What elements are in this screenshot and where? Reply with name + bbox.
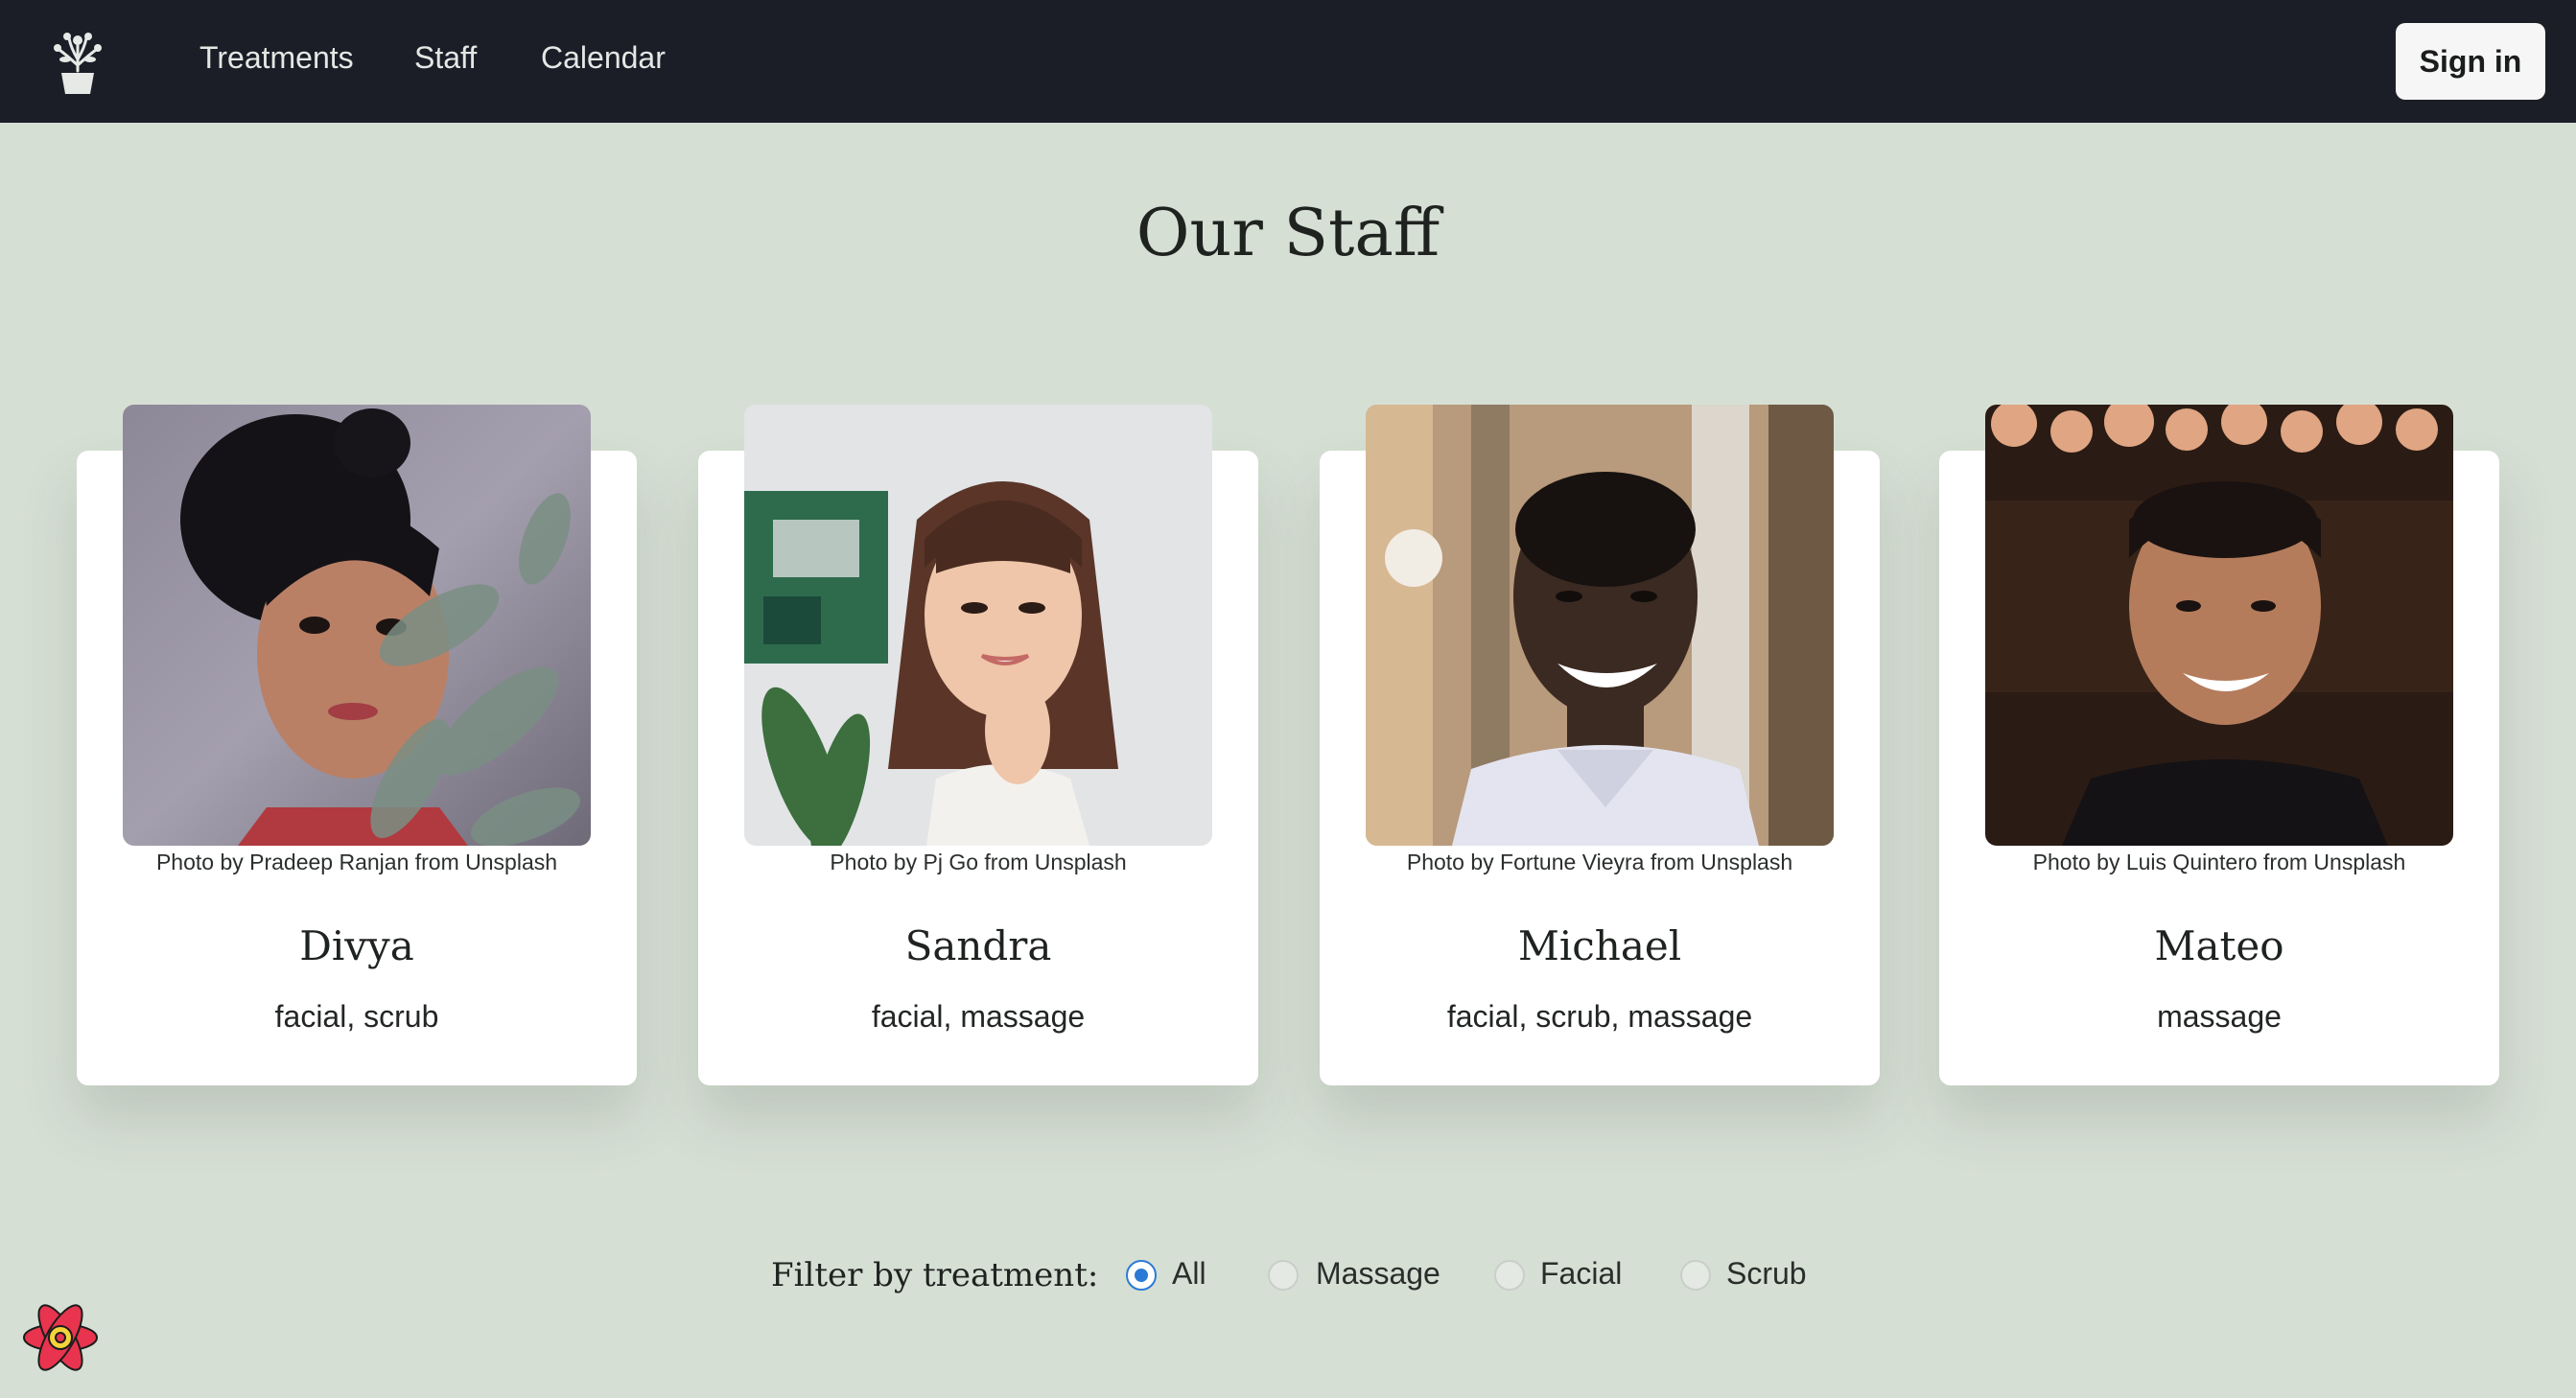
- radio-label-scrub[interactable]: Scrub: [1726, 1256, 1807, 1292]
- staff-treatments: facial, scrub, massage: [1446, 999, 1753, 1034]
- photo-credit: Photo by Pradeep Ranjan from Unsplash: [155, 850, 558, 874]
- staff-name: Divya: [299, 922, 414, 969]
- radio-facial[interactable]: [1494, 1260, 1525, 1291]
- radio-label-massage[interactable]: Massage: [1316, 1256, 1440, 1292]
- radio-massage[interactable]: [1268, 1260, 1299, 1291]
- staff-name: Mateo: [2154, 922, 2284, 969]
- staff-treatments: facial, massage: [871, 999, 1086, 1034]
- top-navbar: Treatments Staff Calendar Sign in: [0, 0, 2576, 123]
- nav-link-calendar[interactable]: Calendar: [541, 40, 666, 76]
- staff-photo-sandra: [744, 405, 1212, 846]
- filter-label: Filter by treatment:: [771, 1256, 1099, 1294]
- nav-link-treatments[interactable]: Treatments: [199, 40, 354, 76]
- staff-photo-divya: [123, 405, 591, 846]
- nav-link-staff[interactable]: Staff: [414, 40, 477, 76]
- staff-name: Michael: [1517, 922, 1682, 969]
- photo-credit: Photo by Luis Quintero from Unsplash: [2032, 850, 2406, 874]
- staff-name: Sandra: [904, 922, 1052, 969]
- react-devtools-icon[interactable]: [21, 1298, 100, 1377]
- radio-scrub[interactable]: [1680, 1260, 1711, 1291]
- radio-label-all[interactable]: All: [1172, 1256, 1206, 1292]
- staff-photo-mateo: [1985, 405, 2453, 846]
- radio-all[interactable]: [1126, 1260, 1157, 1291]
- staff-treatments: facial, scrub: [274, 999, 439, 1034]
- radio-label-facial[interactable]: Facial: [1540, 1256, 1622, 1292]
- staff-treatments: massage: [2157, 999, 2282, 1034]
- staff-photo-michael: [1366, 405, 1834, 846]
- photo-credit: Photo by Fortune Vieyra from Unsplash: [1406, 850, 1793, 874]
- photo-credit: Photo by Pj Go from Unsplash: [830, 850, 1127, 874]
- sign-in-button[interactable]: Sign in: [2396, 23, 2545, 100]
- flower-pot-icon[interactable]: [44, 23, 111, 100]
- page-title: Our Staff: [1136, 196, 1440, 271]
